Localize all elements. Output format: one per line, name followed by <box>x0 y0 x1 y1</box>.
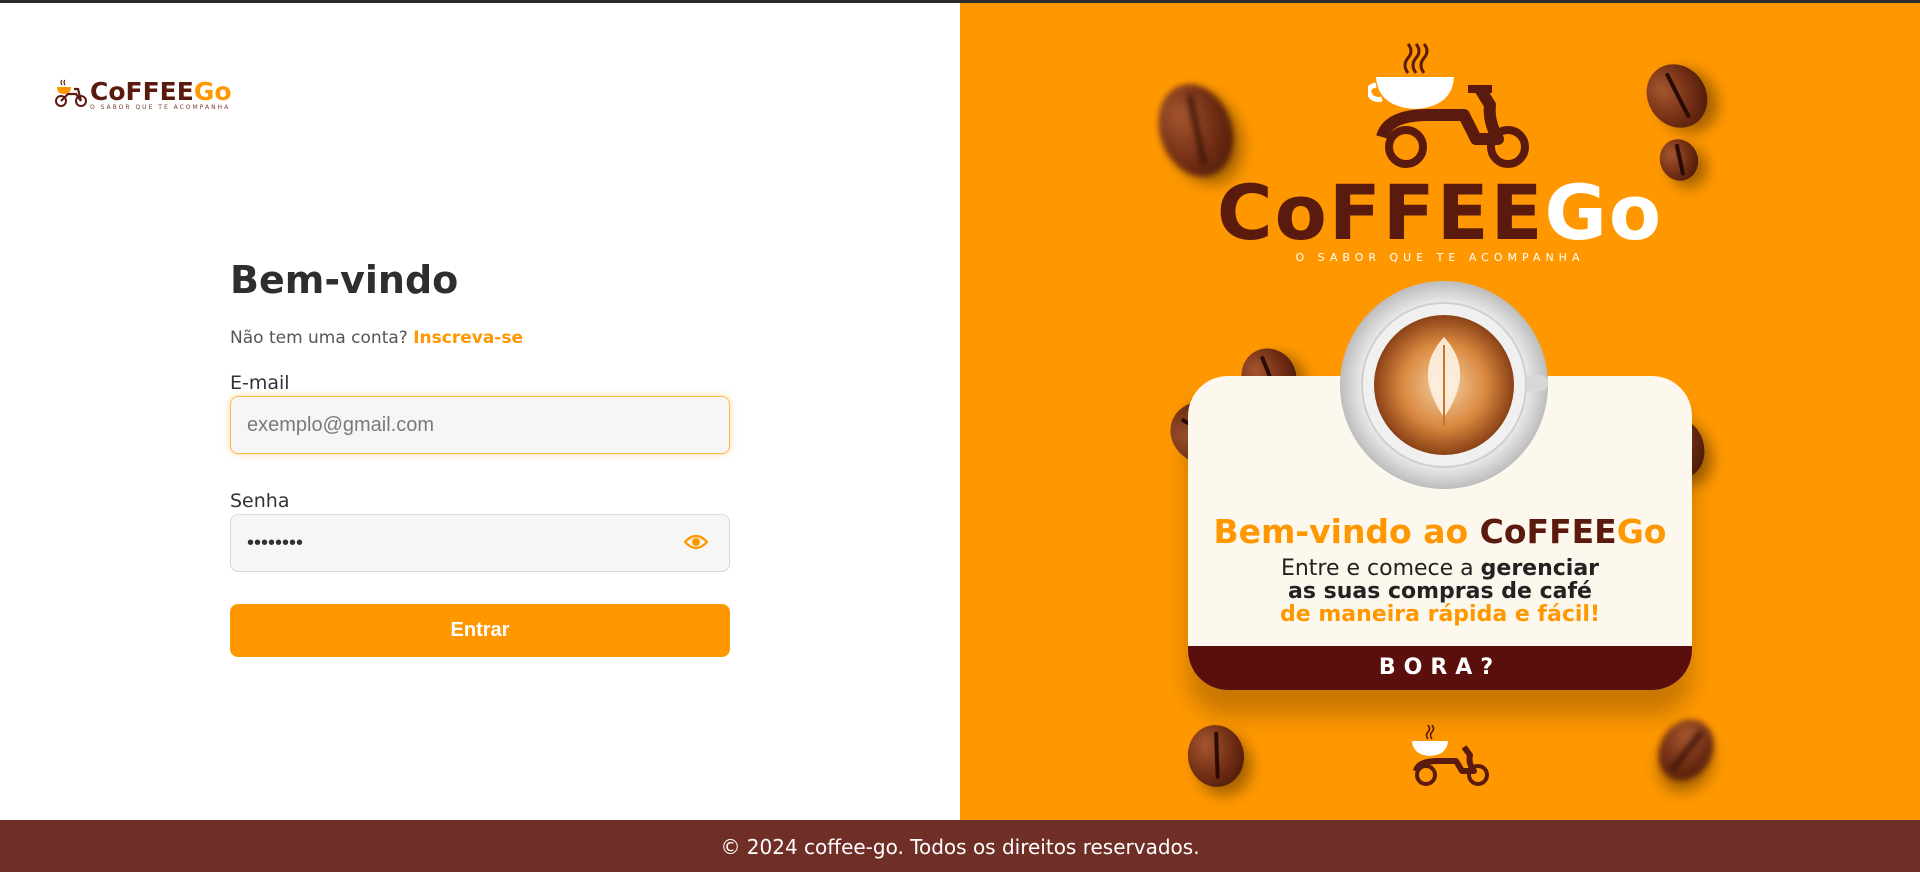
coffee-bean-image <box>1647 709 1725 791</box>
coffee-bean-image <box>1634 52 1720 140</box>
eye-icon[interactable] <box>683 533 709 555</box>
login-panel: CoFFEEGo O SABOR QUE TE ACOMPANHA Bem-vi… <box>0 3 960 820</box>
password-label: Senha <box>230 490 290 512</box>
promo-line-1: Entre e comece a gerenciar <box>1280 556 1600 581</box>
email-label: E-mail <box>230 372 290 394</box>
signup-prompt: Não tem uma conta? Inscreva-se <box>230 328 524 348</box>
promo-panel: CoFFEEGo O SABOR QUE TE ACOMPANHA Bem-vi… <box>960 3 1920 820</box>
login-form: Bem-vindo Não tem uma conta? Inscreva-se… <box>230 258 730 657</box>
page-title: Bem-vindo <box>230 258 459 302</box>
coffee-cup-motorcycle-icon <box>1368 43 1529 168</box>
promo-line-2: as suas compras de café <box>1288 579 1592 604</box>
signup-link[interactable]: Inscreva-se <box>413 328 523 348</box>
promo-title: Bem-vindo ao CoFFEEGo <box>1213 512 1667 551</box>
coffee-cup-motorcycle-icon <box>1412 725 1489 786</box>
promo-line-3: de maneira rápida e fácil! <box>1280 602 1600 627</box>
brand-tagline: O SABOR QUE TE ACOMPANHA <box>90 104 231 111</box>
cta-banner: BORA? <box>1188 646 1692 690</box>
email-field[interactable] <box>230 396 730 454</box>
promo-brand-name: CoFFEEGo <box>1216 168 1664 257</box>
promo-tagline: O SABOR QUE TE ACOMPANHA <box>1295 251 1585 264</box>
footer: © 2024 coffee-go. Todos os direitos rese… <box>0 820 1920 872</box>
coffee-cup-motorcycle-icon <box>55 79 87 107</box>
coffee-cup-image <box>1340 281 1548 489</box>
coffee-bean-image <box>1183 720 1249 792</box>
password-field[interactable] <box>230 514 730 572</box>
submit-button[interactable]: Entrar <box>230 604 730 657</box>
brand-logo: CoFFEEGo O SABOR QUE TE ACOMPANHA <box>54 79 232 111</box>
